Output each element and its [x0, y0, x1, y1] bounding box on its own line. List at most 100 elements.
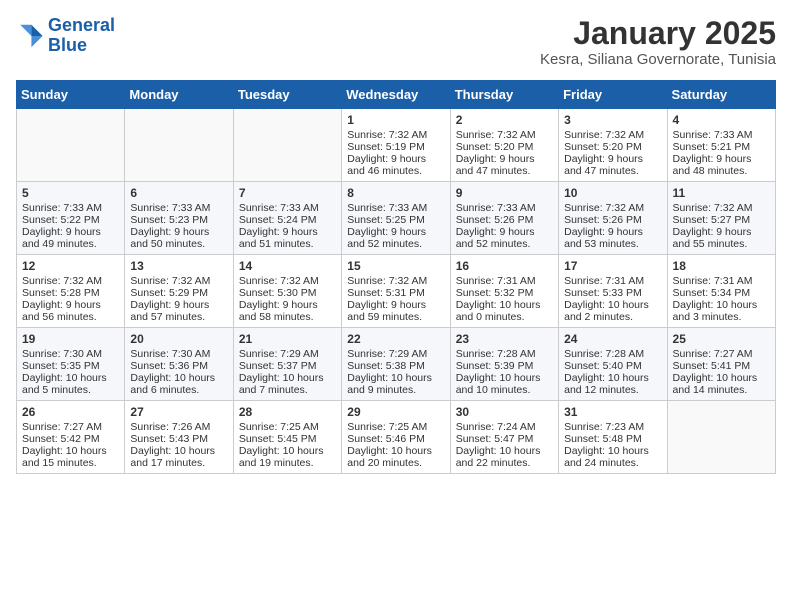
- day-info: Daylight: 9 hours and 53 minutes.: [564, 226, 661, 250]
- day-number: 7: [239, 186, 336, 200]
- day-info: Sunrise: 7:33 AM: [673, 129, 770, 141]
- day-number: 10: [564, 186, 661, 200]
- day-info: Sunset: 5:43 PM: [130, 433, 227, 445]
- day-info: Sunset: 5:22 PM: [22, 214, 119, 226]
- day-info: Sunrise: 7:28 AM: [564, 348, 661, 360]
- day-info: Sunset: 5:31 PM: [347, 287, 444, 299]
- day-info: Daylight: 10 hours and 10 minutes.: [456, 372, 553, 396]
- day-info: Sunset: 5:45 PM: [239, 433, 336, 445]
- day-info: Sunrise: 7:32 AM: [239, 275, 336, 287]
- day-header-sunday: Sunday: [17, 81, 125, 109]
- day-header-saturday: Saturday: [667, 81, 775, 109]
- day-info: Daylight: 10 hours and 20 minutes.: [347, 445, 444, 469]
- day-info: Sunrise: 7:26 AM: [130, 421, 227, 433]
- day-info: Daylight: 10 hours and 17 minutes.: [130, 445, 227, 469]
- day-info: Daylight: 9 hours and 56 minutes.: [22, 299, 119, 323]
- day-header-friday: Friday: [559, 81, 667, 109]
- page-header: General Blue January 2025 Kesra, Siliana…: [16, 16, 776, 68]
- day-cell: 4Sunrise: 7:33 AMSunset: 5:21 PMDaylight…: [667, 109, 775, 182]
- day-info: Sunrise: 7:31 AM: [564, 275, 661, 287]
- day-number: 13: [130, 259, 227, 273]
- day-number: 12: [22, 259, 119, 273]
- day-header-wednesday: Wednesday: [342, 81, 450, 109]
- day-info: Daylight: 10 hours and 12 minutes.: [564, 372, 661, 396]
- day-info: Sunrise: 7:32 AM: [22, 275, 119, 287]
- day-cell: 23Sunrise: 7:28 AMSunset: 5:39 PMDayligh…: [450, 328, 558, 401]
- day-cell: 12 Sunrise: 7:32 AMSunset: 5:28 PMDayligh…: [17, 255, 125, 328]
- day-info: Daylight: 9 hours and 48 minutes.: [673, 153, 770, 177]
- day-cell: 15Sunrise: 7:32 AMSunset: 5:31 PMDayligh…: [342, 255, 450, 328]
- day-info: Sunset: 5:41 PM: [673, 360, 770, 372]
- day-number: 21: [239, 332, 336, 346]
- day-info: Sunrise: 7:27 AM: [22, 421, 119, 433]
- day-cell: 5Sunrise: 7:33 AMSunset: 5:22 PMDaylight…: [17, 182, 125, 255]
- week-row-3: 12Sunrise: 7:32 AMSunset: 5:28 PMDayligh…: [17, 255, 776, 328]
- day-info: Sunrise: 7:31 AM: [456, 275, 553, 287]
- day-info: Sunset: 5:27 PM: [673, 214, 770, 226]
- day-number: 30: [456, 405, 553, 419]
- day-info: Sunset: 5:30 PM: [239, 287, 336, 299]
- day-cell: 27 Sunrise: 7:26 AMSunset: 5:43 PMDayligh…: [125, 401, 233, 474]
- calendar-header: SundayMondayTuesdayWednesdayThursdayFrid…: [17, 81, 776, 109]
- day-cell: 22Sunrise: 7:29 AMSunset: 5:38 PMDayligh…: [342, 328, 450, 401]
- day-info: Sunrise: 7:28 AM: [456, 348, 553, 360]
- day-number: 3: [564, 113, 661, 127]
- day-info: Sunset: 5:28 PM: [22, 287, 119, 299]
- day-cell: 25Sunrise: 7:27 AMSunset: 5:41 PMDayligh…: [667, 328, 775, 401]
- day-number: 27: [130, 405, 227, 419]
- day-cell: 3Sunrise: 7:32 AMSunset: 5:20 PMDaylight…: [559, 109, 667, 182]
- day-info: Sunset: 5:48 PM: [564, 433, 661, 445]
- day-cell: 13Sunrise: 7:32 AMSunset: 5:29 PMDayligh…: [125, 255, 233, 328]
- day-info: Sunset: 5:23 PM: [130, 214, 227, 226]
- day-info: Daylight: 9 hours and 55 minutes.: [673, 226, 770, 250]
- day-cell: 8Sunrise: 7:33 AMSunset: 5:25 PMDaylight…: [342, 182, 450, 255]
- week-row-2: 5Sunrise: 7:33 AMSunset: 5:22 PMDaylight…: [17, 182, 776, 255]
- day-cell: 11Sunrise: 7:32 AMSunset: 5:27 PMDayligh…: [667, 182, 775, 255]
- day-cell: 24Sunrise: 7:28 AMSunset: 5:40 PMDayligh…: [559, 328, 667, 401]
- day-cell: 29 Sunrise: 7:25 AMSunset: 5:46 PMDayligh…: [342, 401, 450, 474]
- week-row-4: 19Sunrise: 7:30 AMSunset: 5:35 PMDayligh…: [17, 328, 776, 401]
- calendar-body: 1Sunrise: 7:32 AMSunset: 5:19 PMDaylight…: [17, 109, 776, 474]
- day-cell: 14Sunrise: 7:32 AMSunset: 5:30 PMDayligh…: [233, 255, 341, 328]
- day-cell: 28Sunrise: 7:25 AMSunset: 5:45 PMDayligh…: [233, 401, 341, 474]
- day-info: Sunrise: 7:31 AM: [673, 275, 770, 287]
- day-info: Sunset: 5:25 PM: [347, 214, 444, 226]
- day-info: Sunset: 5:39 PM: [456, 360, 553, 372]
- day-info: Sunrise: 7:32 AM: [564, 129, 661, 141]
- day-info: Daylight: 9 hours and 46 minutes.: [347, 153, 444, 177]
- day-info: Daylight: 9 hours and 58 minutes.: [239, 299, 336, 323]
- day-info: Sunset: 5:46 PM: [347, 433, 444, 445]
- day-info: Daylight: 9 hours and 47 minutes.: [564, 153, 661, 177]
- day-cell: [667, 401, 775, 474]
- day-cell: [17, 109, 125, 182]
- day-number: 25: [673, 332, 770, 346]
- day-number: 11: [673, 186, 770, 200]
- day-cell: 7Sunrise: 7:33 AMSunset: 5:24 PMDaylight…: [233, 182, 341, 255]
- day-cell: 21Sunrise: 7:29 AMSunset: 5:37 PMDayligh…: [233, 328, 341, 401]
- day-info: Sunrise: 7:32 AM: [130, 275, 227, 287]
- day-number: 29: [347, 405, 444, 419]
- page-title: January 2025: [540, 16, 776, 51]
- day-info: Sunrise: 7:25 AM: [347, 421, 444, 433]
- day-number: 20: [130, 332, 227, 346]
- day-info: Sunrise: 7:33 AM: [347, 202, 444, 214]
- day-number: 15: [347, 259, 444, 273]
- calendar-table: SundayMondayTuesdayWednesdayThursdayFrid…: [16, 80, 776, 474]
- day-info: Sunset: 5:26 PM: [564, 214, 661, 226]
- day-info: Daylight: 10 hours and 7 minutes.: [239, 372, 336, 396]
- day-info: Sunset: 5:37 PM: [239, 360, 336, 372]
- day-info: Daylight: 10 hours and 24 minutes.: [564, 445, 661, 469]
- day-cell: 20Sunrise: 7:30 AMSunset: 5:36 PMDayligh…: [125, 328, 233, 401]
- day-info: Sunrise: 7:32 AM: [456, 129, 553, 141]
- day-cell: 26Sunrise: 7:27 AMSunset: 5:42 PMDayligh…: [17, 401, 125, 474]
- day-cell: 2Sunrise: 7:32 AMSunset: 5:20 PMDaylight…: [450, 109, 558, 182]
- day-info: Daylight: 10 hours and 22 minutes.: [456, 445, 553, 469]
- day-headers-row: SundayMondayTuesdayWednesdayThursdayFrid…: [17, 81, 776, 109]
- day-number: 26: [22, 405, 119, 419]
- day-cell: 30Sunrise: 7:24 AMSunset: 5:47 PMDayligh…: [450, 401, 558, 474]
- day-header-monday: Monday: [125, 81, 233, 109]
- day-info: Sunrise: 7:33 AM: [22, 202, 119, 214]
- day-info: Sunset: 5:21 PM: [673, 141, 770, 153]
- day-info: Sunrise: 7:24 AM: [456, 421, 553, 433]
- day-number: 22: [347, 332, 444, 346]
